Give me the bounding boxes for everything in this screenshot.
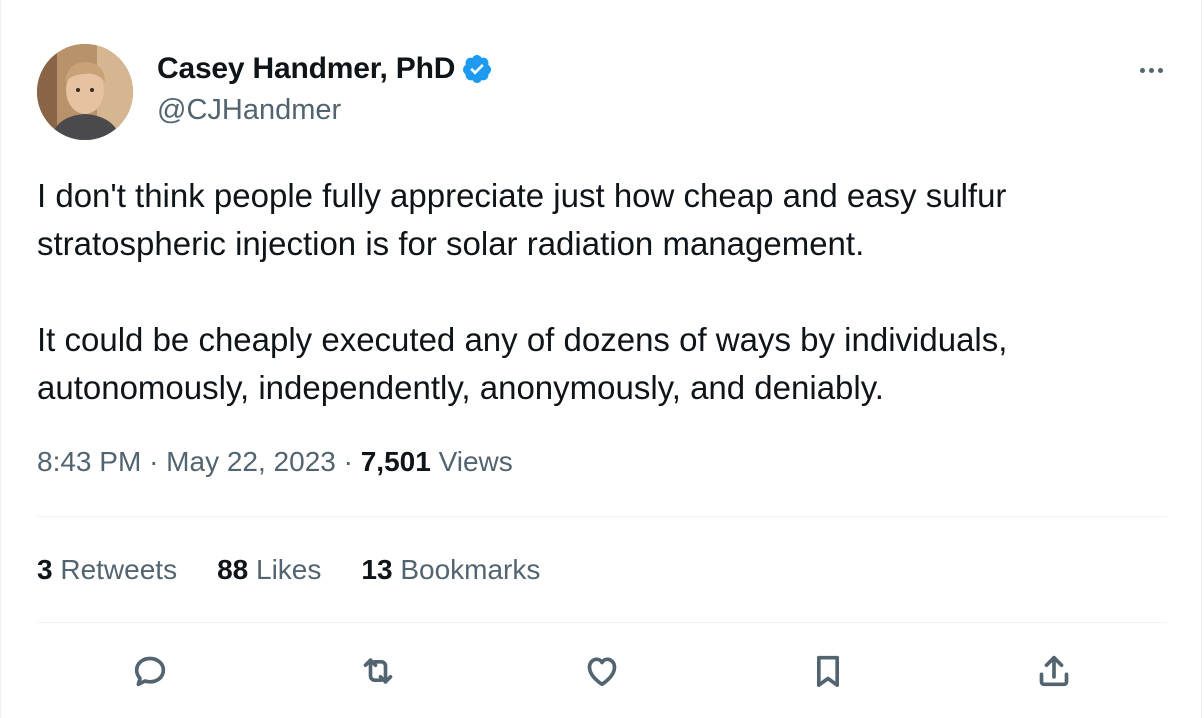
avatar-image <box>37 44 133 140</box>
more-options-button[interactable] <box>1131 56 1171 84</box>
likes-label: Likes <box>256 554 322 585</box>
like-icon <box>587 657 617 687</box>
tweet-paragraph: It could be cheaply executed any of doze… <box>37 321 1008 406</box>
meta-separator: · <box>149 446 159 477</box>
tweet-date[interactable]: May 22, 2023 <box>166 446 336 477</box>
bookmarks-label: Bookmarks <box>400 554 541 585</box>
retweets-label: Retweets <box>60 554 178 585</box>
action-bar <box>37 646 1167 696</box>
share-icon <box>1039 655 1069 687</box>
divider <box>37 516 1167 517</box>
divider <box>37 622 1167 623</box>
retweets-stat[interactable]: 3 Retweets <box>37 554 177 586</box>
more-dot-icon <box>1157 67 1163 73</box>
more-dot-icon <box>1148 67 1154 73</box>
likes-count: 88 <box>217 554 249 585</box>
bookmarks-count: 13 <box>361 554 393 585</box>
reply-button[interactable] <box>125 646 175 696</box>
views-label: Views <box>438 446 513 477</box>
tweet-meta: 8:43 PM · May 22, 2023 · 7,501 Views <box>37 446 513 478</box>
tweet-card: Casey Handmer, PhD @CJHandmer I don't th… <box>0 0 1202 718</box>
retweet-icon <box>363 658 393 684</box>
bookmark-icon <box>817 655 839 687</box>
like-button[interactable] <box>577 646 627 696</box>
verified-badge-icon[interactable] <box>461 53 493 85</box>
author-name-row: Casey Handmer, PhD <box>157 52 493 86</box>
tweet-text: I don't think people fully appreciate ju… <box>37 172 1157 412</box>
retweets-count: 3 <box>37 554 53 585</box>
author-name[interactable]: Casey Handmer, PhD <box>157 52 455 86</box>
engagement-stats: 3 Retweets 88 Likes 13 Bookmarks <box>37 554 580 586</box>
bookmarks-stat[interactable]: 13 Bookmarks <box>361 554 540 586</box>
meta-separator: · <box>343 446 353 477</box>
tweet-paragraph: I don't think people fully appreciate ju… <box>37 177 1007 262</box>
author-handle[interactable]: @CJHandmer <box>157 94 341 127</box>
views-count: 7,501 <box>360 446 431 477</box>
share-button[interactable] <box>1029 646 1079 696</box>
likes-stat[interactable]: 88 Likes <box>217 554 321 586</box>
avatar[interactable] <box>37 44 133 140</box>
more-dot-icon <box>1139 67 1145 73</box>
reply-icon <box>134 656 166 687</box>
tweet-time[interactable]: 8:43 PM <box>37 446 141 477</box>
bookmark-button[interactable] <box>803 646 853 696</box>
retweet-button[interactable] <box>353 646 403 696</box>
